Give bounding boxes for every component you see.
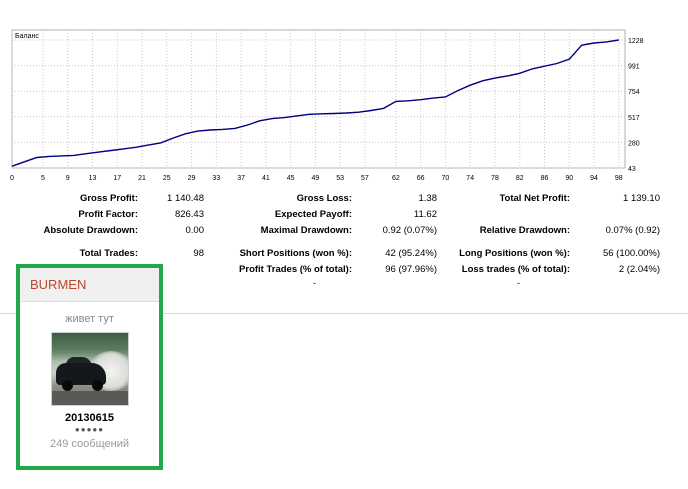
chart-title: Баланс bbox=[15, 33, 39, 40]
gross-profit-value: 1 140.48 bbox=[167, 193, 204, 204]
loss-trades-label: Loss trades (% of total): bbox=[461, 264, 570, 275]
expected-payoff-label: Expected Payoff: bbox=[274, 209, 352, 220]
gross-loss-value: 1.38 bbox=[418, 193, 438, 204]
balance-chart: Баланс 0 5 9 13 17 21 25 29 33 37 41 45 49 53 57 62 66 70… bbox=[10, 29, 644, 182]
total-trades-label: Total Trades: bbox=[79, 248, 138, 259]
x-tick-label: 53 bbox=[336, 175, 344, 182]
x-tick-label: 37 bbox=[237, 175, 245, 182]
x-tick-label: 66 bbox=[417, 175, 425, 182]
avatar-road bbox=[51, 391, 128, 405]
x-tick-label: 62 bbox=[392, 175, 400, 182]
y-axis-ticks: 1228 991 754 517 280 43 bbox=[628, 38, 644, 173]
gross-profit-label: Gross Profit: bbox=[79, 193, 138, 204]
x-tick-label: 45 bbox=[287, 175, 295, 182]
x-tick-label: 41 bbox=[262, 175, 270, 182]
expected-payoff-value: 11.62 bbox=[413, 209, 437, 220]
x-tick-label: 78 bbox=[491, 175, 499, 182]
y-tick-label: 1228 bbox=[628, 38, 644, 45]
username-link[interactable]: BURMEN bbox=[20, 268, 159, 302]
profit-factor-value: 826.43 bbox=[174, 209, 204, 220]
x-tick-label: 25 bbox=[163, 175, 171, 182]
profit-trades-value: 96 (97.96%) bbox=[385, 264, 437, 275]
x-tick-label: 86 bbox=[541, 175, 549, 182]
y-tick-label: 280 bbox=[628, 140, 640, 147]
x-tick-label: 74 bbox=[466, 175, 474, 182]
avatar-wheel bbox=[91, 380, 103, 391]
total-net-profit-value: 1 139.10 bbox=[623, 193, 660, 204]
user-profile-card: BURMEN живет тут 20130615 ●●●●● 249 сооб… bbox=[16, 264, 163, 470]
avatar-wheel bbox=[61, 380, 73, 391]
y-tick-label: 991 bbox=[628, 64, 640, 71]
x-tick-label: 57 bbox=[361, 175, 369, 182]
long-positions-label: Long Positions (won %): bbox=[459, 248, 570, 259]
x-tick-label: 17 bbox=[113, 175, 121, 182]
total-trades-value: 98 bbox=[193, 248, 204, 259]
registration-date: 20130615 bbox=[65, 412, 114, 424]
x-tick-label: 5 bbox=[41, 175, 45, 182]
x-tick-label: 90 bbox=[565, 175, 573, 182]
gross-loss-label: Gross Loss: bbox=[296, 193, 352, 204]
truncated-row-marker: - bbox=[313, 278, 316, 288]
short-positions-value: 42 (95.24%) bbox=[385, 248, 437, 259]
avatar[interactable] bbox=[50, 332, 129, 406]
x-tick-label: 9 bbox=[66, 175, 70, 182]
profit-factor-label: Profit Factor: bbox=[78, 209, 138, 220]
maximal-drawdown-label: Maximal Drawdown: bbox=[260, 225, 352, 236]
y-tick-label: 43 bbox=[628, 166, 636, 173]
x-axis-ticks: 0 5 9 13 17 21 25 29 33 37 41 45 49 53 57 62 66 70 74 78 82 8… bbox=[10, 175, 623, 182]
y-tick-label: 754 bbox=[628, 89, 640, 96]
profit-trades-label: Profit Trades (% of total): bbox=[239, 264, 352, 275]
x-tick-label: 98 bbox=[615, 175, 623, 182]
x-tick-label: 33 bbox=[212, 175, 220, 182]
absolute-drawdown-label: Absolute Drawdown: bbox=[43, 225, 138, 236]
x-tick-label: 94 bbox=[590, 175, 598, 182]
x-tick-label: 82 bbox=[516, 175, 524, 182]
relative-drawdown-value: 0.07% (0.92) bbox=[605, 225, 660, 236]
rank-dots: ●●●●● bbox=[74, 425, 105, 434]
absolute-drawdown-value: 0.00 bbox=[185, 225, 205, 236]
y-tick-label: 517 bbox=[628, 115, 640, 122]
post-count: 249 сообщений bbox=[50, 438, 129, 450]
x-tick-label: 29 bbox=[188, 175, 196, 182]
plot-frame bbox=[11, 29, 626, 169]
x-tick-label: 21 bbox=[138, 175, 146, 182]
short-positions-label: Short Positions (won %): bbox=[239, 248, 352, 259]
truncated-row-marker: - bbox=[517, 278, 520, 288]
long-positions-value: 56 (100.00%) bbox=[602, 248, 660, 259]
x-tick-label: 70 bbox=[442, 175, 450, 182]
total-net-profit-label: Total Net Profit: bbox=[499, 193, 570, 204]
maximal-drawdown-value: 0.92 (0.07%) bbox=[382, 225, 437, 236]
x-tick-label: 0 bbox=[10, 175, 14, 182]
loss-trades-value: 2 (2.04%) bbox=[618, 264, 660, 275]
x-tick-label: 49 bbox=[312, 175, 320, 182]
x-tick-label: 13 bbox=[89, 175, 97, 182]
relative-drawdown-label: Relative Drawdown: bbox=[479, 225, 570, 236]
user-status: живет тут bbox=[65, 313, 114, 325]
